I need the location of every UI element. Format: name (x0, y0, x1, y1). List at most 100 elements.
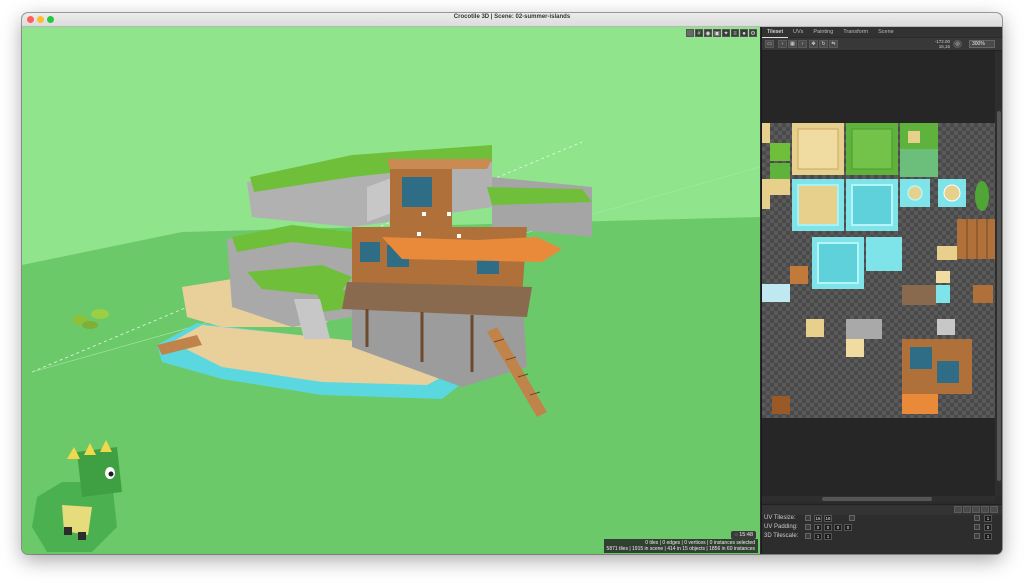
tile-leaf (975, 181, 989, 211)
fps-label: 15:48 (739, 532, 753, 538)
right-option-value[interactable]: 1 (984, 533, 992, 540)
right-option-checkbox[interactable] (974, 524, 980, 530)
tileset-vertical-scrollbar[interactable] (995, 51, 1002, 496)
vertical-scroll-thumb[interactable] (997, 111, 1001, 481)
3d-tilescale-link-checkbox[interactable] (805, 533, 811, 539)
uv-tilesize-width[interactable]: 16 (814, 515, 822, 522)
window-title: Crocotile 3D | Scene: 02-summer-islands (453, 14, 571, 20)
rotate-icon[interactable]: ↻ (819, 40, 828, 48)
selection-marker (422, 212, 426, 216)
uv-tilesize-row: UV Tilesize: 16 16 1 (764, 515, 1001, 523)
move-icon[interactable]: ✥ (809, 40, 818, 48)
viewport-toolbar: # ◉ ▣ ✦ ≡ ● ⚙ (686, 29, 757, 38)
uv-tilesize-link-checkbox[interactable] (805, 515, 811, 521)
tile-grass-strip (770, 143, 790, 161)
grid-select-icon[interactable]: ▦ (788, 40, 797, 48)
scene-totals: 5871 tiles | 1915 in scene | 414 in 15 o… (606, 546, 755, 552)
uv-padding-right[interactable]: 0 (824, 524, 832, 531)
scene-render[interactable] (22, 27, 760, 554)
target-icon[interactable]: ◎ (953, 40, 962, 48)
uv-padding-left[interactable]: 0 (844, 524, 852, 531)
uv-padding-row: UV Padding: 0 0 0 0 0 (764, 524, 1001, 532)
tile-dirt (772, 396, 790, 414)
tile-sand-square (846, 339, 864, 357)
3d-viewport[interactable]: # ◉ ▣ ✦ ≡ ● ⚙ ◌ 15:48 0 tiles | 0 edges … (22, 27, 760, 554)
tile-wood-block (790, 266, 808, 284)
zoom-select[interactable]: 300% (969, 40, 995, 48)
settings-icon[interactable]: ⚙ (749, 29, 757, 37)
zoom-value: 300% (972, 41, 985, 47)
3d-tilescale-y[interactable]: 1 (824, 533, 832, 540)
tile-wood-planks (957, 219, 995, 259)
layers-icon[interactable]: ≡ (731, 29, 739, 37)
tab-scene[interactable]: Scene (873, 27, 899, 37)
tile-sand-small (908, 131, 920, 143)
uv-tilesize-apply-checkbox[interactable] (849, 515, 855, 521)
house-window-upper (402, 177, 432, 207)
tile-crate (973, 285, 993, 303)
tile-stone-stairs (937, 319, 955, 335)
house-window-left (360, 242, 380, 262)
tab-uvs[interactable]: UVs (788, 27, 808, 37)
uv-padding-bottom[interactable]: 0 (834, 524, 842, 531)
uv-padding-link-checkbox[interactable] (805, 524, 811, 530)
tileset-canvas[interactable] (762, 51, 995, 496)
tile-view-icon[interactable] (686, 29, 694, 37)
tileset-horizontal-scrollbar[interactable] (762, 496, 995, 502)
arrow-down-icon[interactable] (963, 506, 971, 513)
tile-sand-edge (762, 179, 770, 209)
fps-badge: ◌ 15:48 (731, 531, 756, 539)
horizontal-scroll-thumb[interactable] (822, 497, 932, 501)
grid-icon[interactable]: # (695, 29, 703, 37)
3d-tilescale-row: 3D Tilescale: 1 1 1 (764, 533, 1001, 541)
orange-awning (382, 237, 562, 262)
remove-icon[interactable] (981, 506, 989, 513)
tile-sand-bit (770, 179, 790, 195)
tile-water-piece (936, 285, 950, 303)
more-icon[interactable] (990, 506, 998, 513)
3d-tilescale-x[interactable]: 1 (814, 533, 822, 540)
tile-sand-strip (762, 123, 770, 143)
tileset-bottom-toolbar (762, 504, 1002, 515)
tile-house-window (937, 361, 959, 383)
uv-settings: UV Tilesize: 16 16 1 UV Padding: 0 0 0 0… (762, 515, 1002, 554)
tile-sand-crate (806, 319, 824, 337)
pin-icon[interactable]: ✦ (722, 29, 730, 37)
tab-transform[interactable]: Transform (838, 27, 873, 37)
right-option-checkbox[interactable] (974, 515, 980, 521)
eye-icon[interactable]: ● (740, 29, 748, 37)
tile-house-window (910, 347, 932, 369)
uv-tilesize-height[interactable]: 16 (824, 515, 832, 522)
right-panel: Tileset UVs Painting Transform Scene ▭ ‹… (761, 27, 1002, 554)
tile-sand-inner (797, 128, 839, 170)
tile-water-edge (762, 284, 790, 302)
camera-icon[interactable]: ◉ (704, 29, 712, 37)
app-window: Crocotile 3D | Scene: 02-summer-islands (22, 13, 1002, 554)
uv-padding-label: UV Padding: (764, 524, 798, 530)
readout-bottom: 16,16 (938, 44, 950, 49)
flip-icon[interactable]: ⇋ (829, 40, 838, 48)
selection-marker (417, 232, 421, 236)
tab-tileset[interactable]: Tileset (762, 27, 788, 38)
tile-water-sand-inner (797, 184, 839, 226)
arrow-left-icon[interactable]: ‹ (778, 40, 787, 48)
image-icon[interactable]: ▭ (765, 40, 774, 48)
uv-padding-top[interactable]: 0 (814, 524, 822, 531)
right-option-checkbox[interactable] (974, 533, 980, 539)
tile-water-inner (851, 184, 893, 226)
title-bar: Crocotile 3D | Scene: 02-summer-islands (22, 13, 1002, 27)
tile-stone (846, 319, 882, 339)
tab-painting[interactable]: Painting (808, 27, 838, 37)
arrow-up-icon[interactable] (954, 506, 962, 513)
bush (91, 309, 109, 319)
tile-grass-edge (900, 149, 938, 177)
grass-right (487, 187, 592, 205)
tile-wood-dark (902, 285, 936, 305)
right-option-value[interactable]: 1 (984, 515, 992, 522)
lock-icon[interactable]: ▣ (713, 29, 721, 37)
selection-marker (447, 212, 451, 216)
right-option-value[interactable]: 0 (984, 524, 992, 531)
add-icon[interactable] (972, 506, 980, 513)
tile-grass-inner (851, 128, 893, 170)
arrow-right-icon[interactable]: › (798, 40, 807, 48)
